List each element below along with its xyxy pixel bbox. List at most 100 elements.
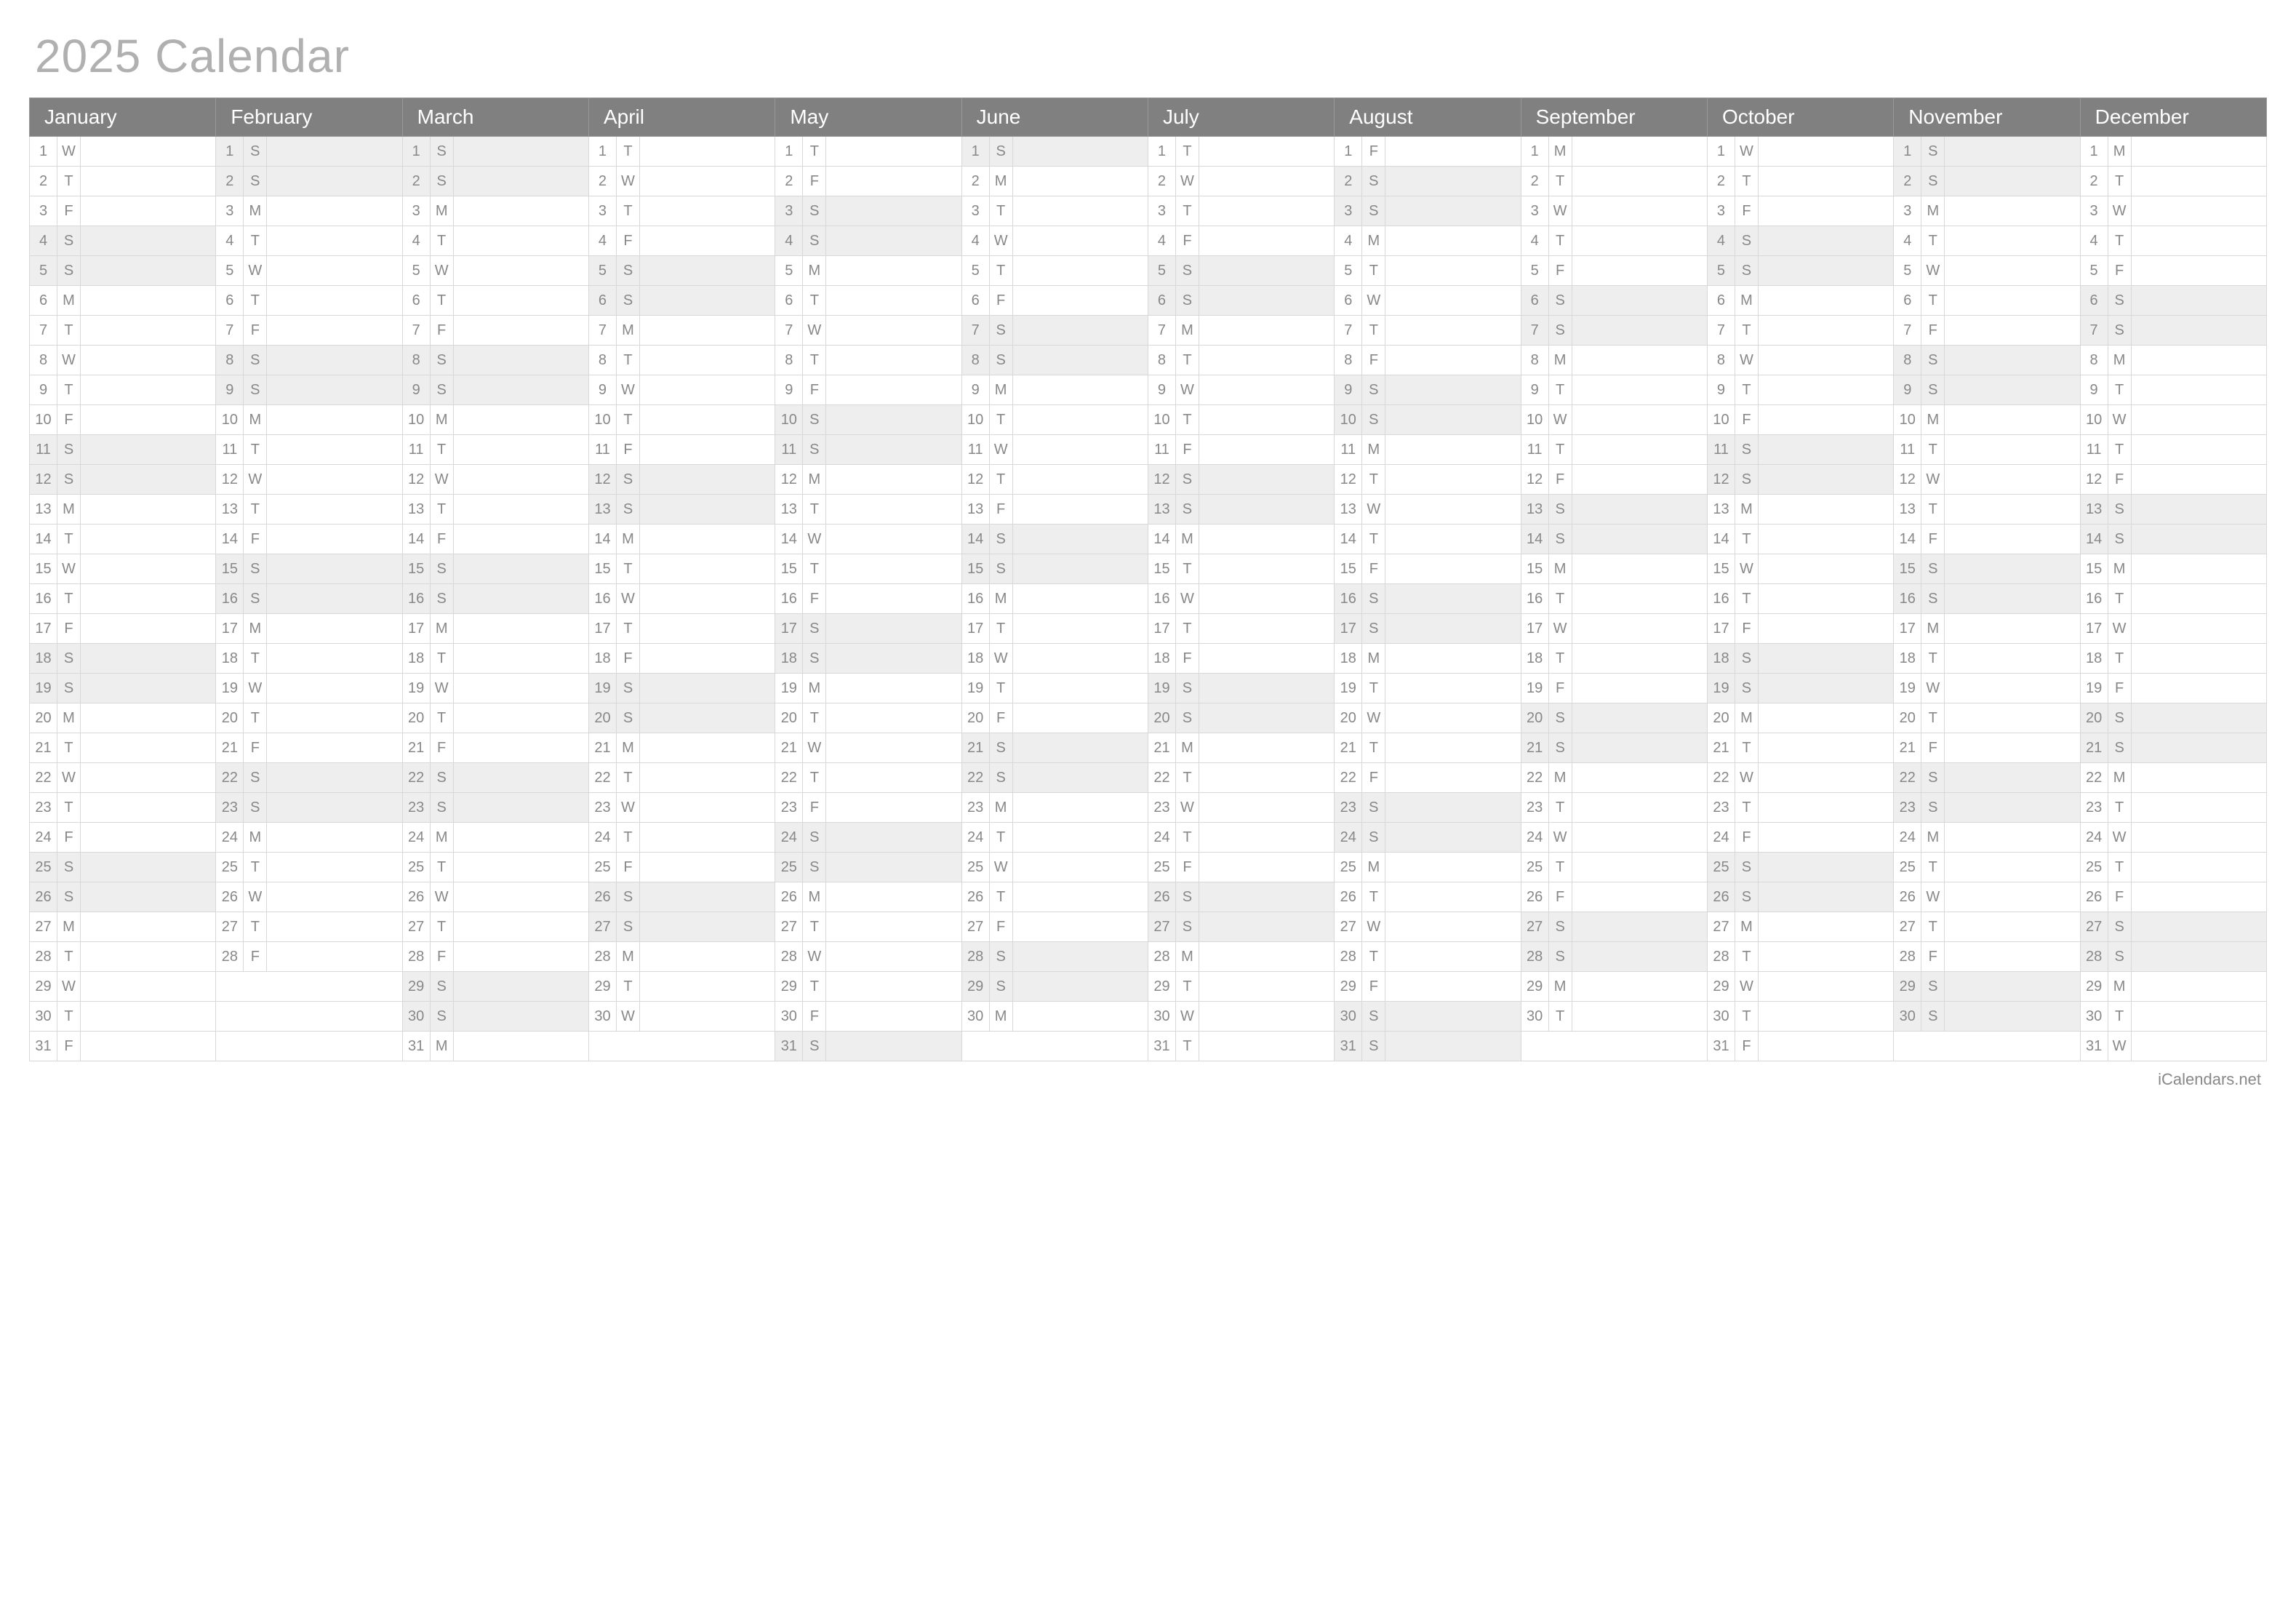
day-cell: 31T bbox=[1148, 1032, 1334, 1061]
day-cell: 26W bbox=[402, 882, 588, 912]
day-note-space bbox=[1945, 703, 2079, 733]
day-number: 16 bbox=[30, 584, 57, 613]
day-cell: 26F bbox=[1521, 882, 1707, 912]
day-of-week: T bbox=[244, 644, 267, 673]
day-cell: 11T bbox=[2080, 435, 2266, 465]
day-number: 7 bbox=[1521, 316, 1549, 345]
day-note-space bbox=[1013, 853, 1148, 882]
day-of-week: S bbox=[1362, 614, 1385, 643]
day-of-week: M bbox=[617, 316, 640, 345]
day-of-week: M bbox=[244, 614, 267, 643]
day-note-space bbox=[1572, 167, 1707, 196]
day-of-week: T bbox=[57, 375, 81, 404]
day-note-space bbox=[1572, 972, 1707, 1001]
day-number: 1 bbox=[30, 137, 57, 166]
footer-credit: iCalendars.net bbox=[29, 1070, 2267, 1089]
day-of-week: S bbox=[990, 733, 1013, 762]
day-cell: 4F bbox=[588, 226, 775, 256]
day-note-space bbox=[1199, 465, 1334, 494]
day-of-week: T bbox=[990, 256, 1013, 285]
day-note-space bbox=[81, 375, 215, 404]
day-cell: 17S bbox=[1335, 614, 1521, 644]
day-of-week: F bbox=[617, 435, 640, 464]
day-note-space bbox=[1572, 1002, 1707, 1031]
day-note-space bbox=[826, 942, 961, 971]
day-number: 12 bbox=[1335, 465, 1362, 494]
day-cell: 22S bbox=[216, 763, 402, 793]
day-of-week: W bbox=[1735, 137, 1759, 166]
day-number: 25 bbox=[775, 853, 803, 882]
day-note-space bbox=[81, 912, 215, 941]
day-cell: 30W bbox=[588, 1002, 775, 1032]
day-cell: 8S bbox=[961, 346, 1148, 375]
day-of-week: S bbox=[1176, 256, 1199, 285]
day-cell: 19S bbox=[1148, 674, 1334, 703]
day-note-space bbox=[1945, 584, 2079, 613]
day-note-space bbox=[2132, 137, 2266, 166]
day-cell: 6S bbox=[2080, 286, 2266, 316]
day-note-space bbox=[1572, 644, 1707, 673]
day-number: 3 bbox=[962, 196, 990, 226]
day-note-space bbox=[1572, 674, 1707, 703]
day-cell: 19F bbox=[1521, 674, 1707, 703]
day-note-space bbox=[81, 614, 215, 643]
day-of-week: T bbox=[1921, 495, 1945, 524]
day-of-week: T bbox=[1549, 793, 1572, 822]
day-note-space bbox=[2132, 256, 2266, 285]
day-number: 24 bbox=[775, 823, 803, 852]
day-of-week: S bbox=[2108, 495, 2132, 524]
day-cell: 6M bbox=[1707, 286, 1893, 316]
day-cell: 15S bbox=[961, 554, 1148, 584]
day-cell: 9W bbox=[1148, 375, 1334, 405]
day-of-week: W bbox=[1362, 912, 1385, 941]
day-of-week: W bbox=[1549, 196, 1572, 226]
day-note-space bbox=[1385, 286, 1520, 315]
day-number: 28 bbox=[2081, 942, 2108, 971]
day-cell: 22F bbox=[1335, 763, 1521, 793]
day-cell: 4T bbox=[1894, 226, 2080, 256]
day-of-week: T bbox=[1549, 584, 1572, 613]
day-note-space bbox=[1199, 584, 1334, 613]
day-note-space bbox=[1945, 614, 2079, 643]
day-cell: 15M bbox=[1521, 554, 1707, 584]
day-cell: 14S bbox=[1521, 525, 1707, 554]
day-cell: 14M bbox=[1148, 525, 1334, 554]
day-of-week: F bbox=[57, 614, 81, 643]
day-of-week: S bbox=[1549, 286, 1572, 315]
day-cell: 16W bbox=[1148, 584, 1334, 614]
day-of-week: M bbox=[1735, 286, 1759, 315]
day-of-week: S bbox=[1921, 554, 1945, 583]
day-number: 6 bbox=[30, 286, 57, 315]
day-row: 15W15S15S15T15T15S15T15F15M15W15S15M bbox=[30, 554, 2267, 584]
day-number: 20 bbox=[775, 703, 803, 733]
day-number: 16 bbox=[2081, 584, 2108, 613]
day-number: 11 bbox=[1521, 435, 1549, 464]
day-note-space bbox=[826, 286, 961, 315]
day-number: 24 bbox=[1894, 823, 1921, 852]
day-cell: 10M bbox=[402, 405, 588, 435]
day-of-week: T bbox=[803, 912, 826, 941]
day-note-space bbox=[81, 435, 215, 464]
day-number: 21 bbox=[216, 733, 244, 762]
day-note-space bbox=[1945, 525, 2079, 554]
day-note-space bbox=[1013, 525, 1148, 554]
day-number: 27 bbox=[962, 912, 990, 941]
day-number: 20 bbox=[1708, 703, 1735, 733]
day-number: 26 bbox=[2081, 882, 2108, 912]
day-note-space bbox=[1199, 346, 1334, 375]
day-cell: 9F bbox=[775, 375, 961, 405]
day-of-week: S bbox=[803, 226, 826, 255]
day-number: 24 bbox=[1148, 823, 1176, 852]
day-cell: 5S bbox=[1148, 256, 1334, 286]
day-note-space bbox=[826, 1002, 961, 1031]
day-number: 17 bbox=[962, 614, 990, 643]
day-of-week: M bbox=[617, 942, 640, 971]
day-of-week: W bbox=[990, 435, 1013, 464]
day-row: 24F24M24M24T24S24T24T24S24W24F24M24W bbox=[30, 823, 2267, 853]
day-of-week: T bbox=[1176, 554, 1199, 583]
day-note-space bbox=[2132, 405, 2266, 434]
day-of-week: W bbox=[2108, 614, 2132, 643]
day-note-space bbox=[1572, 584, 1707, 613]
day-of-week: T bbox=[431, 495, 454, 524]
day-cell: 15S bbox=[402, 554, 588, 584]
